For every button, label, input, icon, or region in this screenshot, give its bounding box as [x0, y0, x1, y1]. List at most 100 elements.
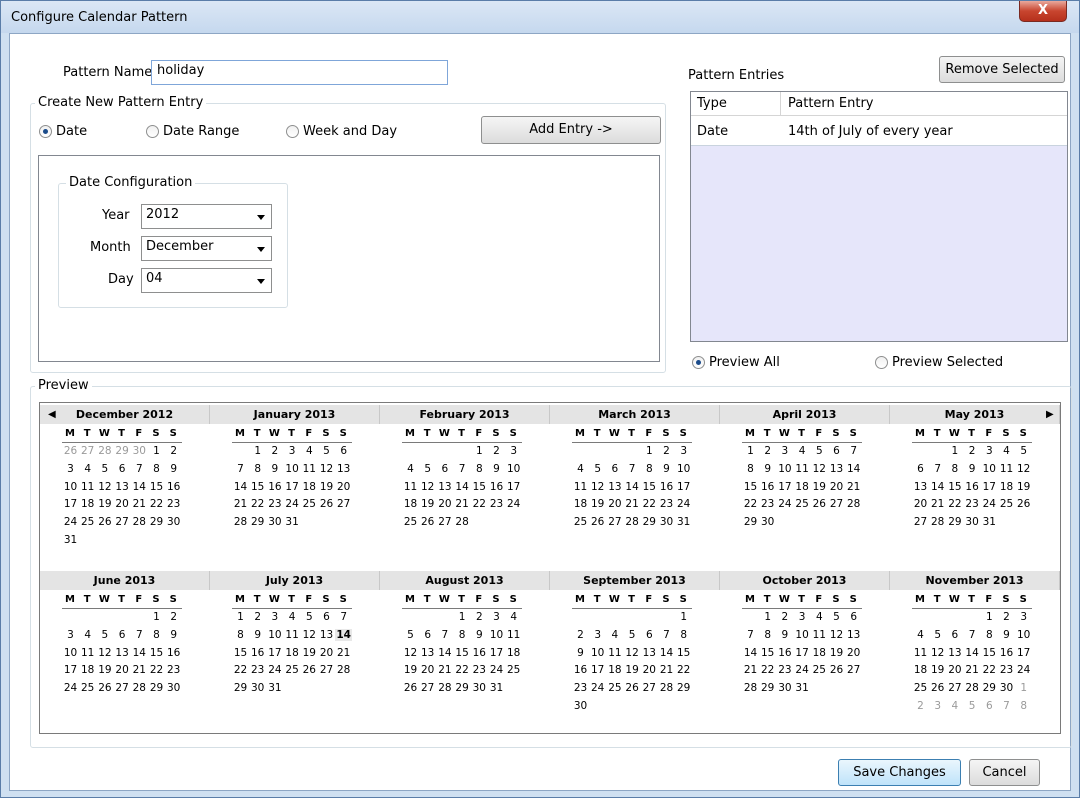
- calendar-day[interactable]: 7: [232, 463, 249, 475]
- calendar-day[interactable]: 12: [828, 629, 845, 641]
- calendar-day[interactable]: 15: [471, 481, 488, 493]
- calendar-day[interactable]: 3: [1015, 611, 1032, 623]
- calendar-day[interactable]: 20: [419, 664, 436, 676]
- calendar-day[interactable]: 9: [266, 463, 283, 475]
- calendar-day[interactable]: 14: [964, 647, 981, 659]
- calendar-day[interactable]: 14: [658, 647, 675, 659]
- calendar-day[interactable]: 30: [131, 445, 148, 457]
- calendar-day[interactable]: 1: [946, 445, 963, 457]
- calendar-day[interactable]: 11: [811, 629, 828, 641]
- calendar-day[interactable]: 19: [589, 498, 606, 510]
- calendar-day[interactable]: 3: [266, 611, 283, 623]
- calendar-day[interactable]: 24: [1015, 664, 1032, 676]
- calendar-day[interactable]: 29: [148, 682, 165, 694]
- calendar-day[interactable]: 16: [759, 481, 776, 493]
- calendar-day[interactable]: 2: [998, 611, 1015, 623]
- calendar-day[interactable]: 6: [318, 611, 335, 623]
- calendar-day[interactable]: 22: [742, 498, 759, 510]
- remove-selected-button[interactable]: Remove Selected: [939, 56, 1065, 83]
- calendar-day[interactable]: 15: [148, 481, 165, 493]
- calendar-day[interactable]: 2: [759, 445, 776, 457]
- calendar-day[interactable]: 2: [249, 611, 266, 623]
- calendar-day[interactable]: 19: [402, 664, 419, 676]
- calendar-day[interactable]: 21: [131, 664, 148, 676]
- calendar-day[interactable]: 11: [301, 463, 318, 475]
- calendar-day[interactable]: 17: [62, 664, 79, 676]
- calendar-day[interactable]: 22: [675, 664, 692, 676]
- calendar-day[interactable]: 4: [79, 463, 96, 475]
- calendar-day[interactable]: 31: [284, 516, 301, 528]
- calendar-day[interactable]: 7: [964, 629, 981, 641]
- calendar-day[interactable]: 28: [335, 664, 352, 676]
- column-header-pattern-entry[interactable]: Pattern Entry: [788, 96, 874, 111]
- calendar-day[interactable]: 22: [471, 498, 488, 510]
- calendar-day[interactable]: 18: [912, 664, 929, 676]
- calendar-day[interactable]: 28: [845, 498, 862, 510]
- calendar-day[interactable]: 5: [419, 463, 436, 475]
- calendar-day[interactable]: 24: [589, 682, 606, 694]
- calendar-day[interactable]: 15: [946, 481, 963, 493]
- calendar-day[interactable]: 29: [981, 682, 998, 694]
- calendar-day[interactable]: 7: [131, 629, 148, 641]
- calendar-day[interactable]: 9: [249, 629, 266, 641]
- calendar-day[interactable]: 25: [301, 498, 318, 510]
- calendar-day[interactable]: 2: [572, 629, 589, 641]
- calendar-day[interactable]: 14: [131, 481, 148, 493]
- calendar-day[interactable]: 6: [912, 463, 929, 475]
- calendar-day[interactable]: 5: [811, 445, 828, 457]
- calendar-day[interactable]: 19: [318, 481, 335, 493]
- calendar-day[interactable]: 4: [794, 445, 811, 457]
- radio-preview-all[interactable]: Preview All: [692, 355, 780, 370]
- calendar-day[interactable]: 30: [998, 682, 1015, 694]
- calendar-day[interactable]: 7: [929, 463, 946, 475]
- calendar-day[interactable]: 29: [114, 445, 131, 457]
- calendar-day[interactable]: 10: [776, 463, 793, 475]
- calendar-day[interactable]: 4: [284, 611, 301, 623]
- calendar-day[interactable]: 12: [96, 647, 113, 659]
- calendar-day[interactable]: 13: [335, 463, 352, 475]
- calendar-day[interactable]: 9: [658, 463, 675, 475]
- calendar-day[interactable]: 21: [436, 664, 453, 676]
- calendar-day[interactable]: 19: [96, 498, 113, 510]
- calendar-day[interactable]: 23: [776, 664, 793, 676]
- calendar-day[interactable]: 6: [981, 700, 998, 712]
- calendar-day[interactable]: 8: [454, 629, 471, 641]
- calendar-day[interactable]: 26: [929, 682, 946, 694]
- calendar-day[interactable]: 20: [114, 498, 131, 510]
- radio-week-and-day[interactable]: Week and Day: [286, 124, 397, 139]
- calendar-day[interactable]: 28: [454, 516, 471, 528]
- calendar-day[interactable]: 20: [845, 647, 862, 659]
- calendar-day[interactable]: 25: [811, 664, 828, 676]
- calendar-day[interactable]: 25: [606, 682, 623, 694]
- calendar-day[interactable]: 23: [658, 498, 675, 510]
- calendar-day[interactable]: 14: [335, 628, 353, 641]
- calendar-day[interactable]: 12: [96, 481, 113, 493]
- calendar-day[interactable]: 13: [845, 629, 862, 641]
- calendar-day[interactable]: 6: [946, 629, 963, 641]
- calendar-day[interactable]: 15: [454, 647, 471, 659]
- calendar-day[interactable]: 23: [572, 682, 589, 694]
- calendar-day[interactable]: 15: [675, 647, 692, 659]
- calendar-day[interactable]: 15: [249, 481, 266, 493]
- calendar-day[interactable]: 24: [488, 664, 505, 676]
- calendar-day[interactable]: 8: [641, 463, 658, 475]
- calendar-day[interactable]: 4: [946, 700, 963, 712]
- calendar-day[interactable]: 28: [742, 682, 759, 694]
- calendar-day[interactable]: 8: [232, 629, 249, 641]
- calendar-day[interactable]: 4: [606, 629, 623, 641]
- calendar-day[interactable]: 11: [912, 647, 929, 659]
- calendar-day[interactable]: 12: [318, 463, 335, 475]
- calendar-day[interactable]: 23: [471, 664, 488, 676]
- calendar-day[interactable]: 11: [402, 481, 419, 493]
- calendar-day[interactable]: 16: [266, 481, 283, 493]
- calendar-day[interactable]: 7: [335, 611, 352, 623]
- calendar-day[interactable]: 4: [572, 463, 589, 475]
- calendar-day[interactable]: 19: [301, 647, 318, 659]
- calendar-day[interactable]: 5: [1015, 445, 1032, 457]
- calendar-day[interactable]: 3: [505, 445, 522, 457]
- calendar-day[interactable]: 2: [658, 445, 675, 457]
- calendar-day[interactable]: 2: [964, 445, 981, 457]
- calendar-day[interactable]: 10: [266, 629, 283, 641]
- calendar-day[interactable]: 12: [929, 647, 946, 659]
- calendar-day[interactable]: 1: [249, 445, 266, 457]
